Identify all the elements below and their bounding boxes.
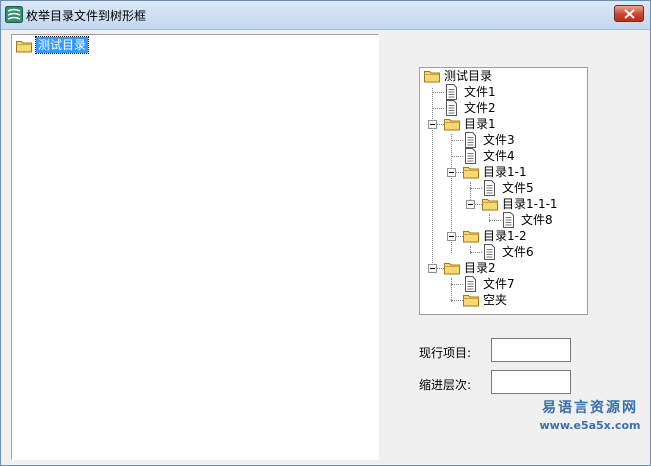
tree-node-label: 文件3: [483, 133, 515, 147]
tree-node-label: 文件8: [521, 213, 553, 227]
indent-level-label: 缩进层次:: [419, 378, 472, 392]
window-title: 枚举目录文件到树形框: [26, 9, 147, 23]
watermark-url: www.e5a5x.com: [539, 419, 641, 432]
tree-node-label: 文件6: [502, 245, 534, 259]
tree-node-label: 文件2: [464, 101, 496, 115]
tree-node-label: 目录1: [464, 117, 496, 131]
current-item-label: 现行项目:: [419, 346, 472, 360]
folder-icon: [444, 260, 461, 279]
tree-node-label: 目录1-2: [483, 229, 527, 243]
collapse-toggle[interactable]: [447, 168, 456, 177]
app-icon: [5, 6, 23, 23]
tree-node-label: 文件7: [483, 277, 515, 291]
tree-node-label: 文件4: [483, 149, 515, 163]
folder-icon: [16, 38, 33, 57]
watermark-title: 易语言资源网: [542, 400, 638, 416]
tree-node-label: 目录1-1-1: [502, 197, 558, 211]
folder-icon: [444, 116, 461, 135]
client-area: 测试目录 测试目录 文件1 文件2 目录1 文件3 文件4 目录1-1 文件5 …: [1, 30, 650, 465]
tree-root-label[interactable]: 测试目录: [34, 36, 90, 54]
folder-icon: [463, 164, 480, 183]
title-bar[interactable]: 枚举目录文件到树形框: [1, 1, 650, 30]
tree-node-label: 目录2: [464, 261, 496, 275]
collapse-toggle[interactable]: [466, 200, 475, 209]
collapse-toggle[interactable]: [428, 264, 437, 273]
close-button[interactable]: [614, 5, 644, 22]
folder-icon: [482, 196, 499, 215]
close-icon: [624, 9, 635, 19]
directory-tree-left[interactable]: 测试目录: [11, 34, 379, 460]
main-window: 枚举目录文件到树形框 测试目录 测试目录 文件1 文件2 目录1 文件3 文件4…: [0, 0, 651, 466]
directory-tree-right[interactable]: 测试目录 文件1 文件2 目录1 文件3 文件4 目录1-1 文件5 目录1-1…: [419, 67, 588, 315]
indent-level-input[interactable]: [491, 370, 571, 394]
tree-node-label: 空夹: [483, 293, 508, 307]
folder-icon: [463, 228, 480, 247]
current-item-input[interactable]: [491, 338, 571, 362]
watermark: 易语言资源网 www.e5a5x.com: [537, 400, 643, 434]
tree-node-label: 文件1: [464, 85, 496, 99]
folder-icon: [424, 68, 441, 87]
folder-icon: [463, 292, 480, 311]
tree-node-label: 文件5: [502, 181, 534, 195]
collapse-toggle[interactable]: [428, 120, 437, 129]
collapse-toggle[interactable]: [447, 232, 456, 241]
tree-node-label: 测试目录: [444, 69, 493, 83]
tree-node-label: 目录1-1: [483, 165, 527, 179]
